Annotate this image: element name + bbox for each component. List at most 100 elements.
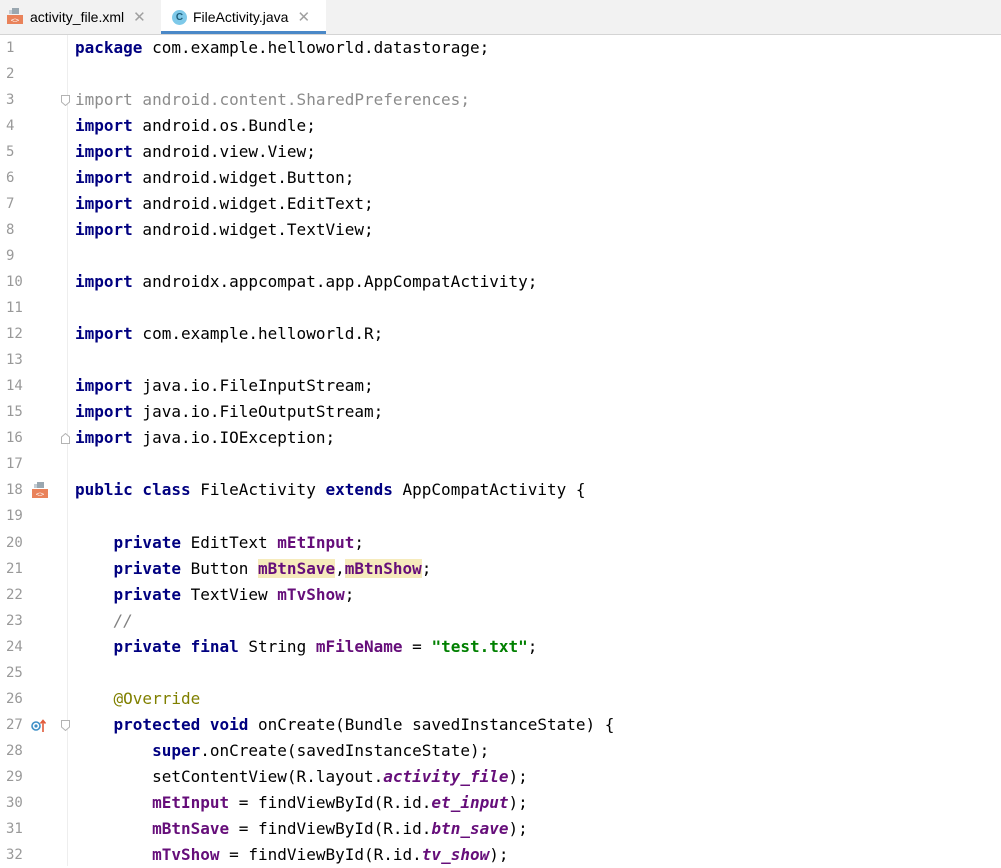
code-token: java.io.IOException; <box>132 428 336 447</box>
code-line: 1 package com.example.helloworld.datasto… <box>0 35 1001 61</box>
code-text[interactable]: private TextView mTvShow; <box>75 582 355 608</box>
annotation[interactable]: @Override <box>75 686 201 712</box>
keyword: private final <box>75 637 239 656</box>
code-text[interactable]: setContentView(R.layout.activity_file); <box>75 764 528 790</box>
code-text[interactable]: import java.io.IOException; <box>75 425 335 451</box>
line-number: 26 <box>6 691 23 707</box>
code-line: 28 super.onCreate(savedInstanceState); <box>0 738 1001 764</box>
line-number: 12 <box>6 326 23 342</box>
keyword: import <box>75 402 133 421</box>
code-line: 32 mTvShow = findViewById(R.id.tv_show); <box>0 842 1001 868</box>
code-text[interactable]: import android.widget.EditText; <box>75 191 374 217</box>
keyword: super <box>75 741 201 760</box>
line-number: 20 <box>6 535 23 551</box>
fold-start-icon[interactable] <box>61 95 70 106</box>
code-text[interactable]: import java.io.FileInputStream; <box>75 373 374 399</box>
close-icon[interactable]: ✕ <box>133 8 146 26</box>
code-line: 9 <box>0 243 1001 269</box>
line-number: 28 <box>6 743 23 759</box>
code-comment[interactable]: // <box>75 608 133 634</box>
code-text[interactable]: private final String mFileName = "test.t… <box>75 634 538 660</box>
code-token: setContentView(R.layout. <box>75 767 384 786</box>
code-text[interactable]: import android.view.View; <box>75 139 316 165</box>
code-token: Button <box>180 559 259 578</box>
code-text[interactable]: import android.widget.Button; <box>75 165 354 191</box>
keyword: private <box>75 559 181 578</box>
keyword: public class <box>75 480 191 499</box>
keyword: import <box>75 142 133 161</box>
code-text[interactable]: mTvShow = findViewById(R.id.tv_show); <box>75 842 508 868</box>
code-token: = findViewById(R.id. <box>219 845 422 864</box>
code-text[interactable]: package com.example.helloworld.datastora… <box>75 35 489 61</box>
code-text[interactable]: import com.example.helloworld.R; <box>75 321 383 347</box>
line-number: 17 <box>6 456 23 472</box>
line-number: 18 <box>6 482 23 498</box>
code-token: ); <box>508 819 528 838</box>
code-text[interactable]: import androidx.appcompat.app.AppCompatA… <box>75 269 537 295</box>
unused-field-highlight: mBtnShow <box>344 559 422 578</box>
code-token: ; <box>421 559 432 578</box>
code-text[interactable]: super.onCreate(savedInstanceState); <box>75 738 489 764</box>
xml-layout-icon[interactable]: <> <box>31 481 49 499</box>
code-token: TextView <box>180 585 278 604</box>
line-number: 1 <box>6 40 15 56</box>
string-literal: "test.txt" <box>431 637 528 656</box>
line-number: 5 <box>6 144 15 160</box>
code-text[interactable]: public class FileActivity extends AppCom… <box>75 477 586 503</box>
code-line: 3 import android.content.SharedPreferenc… <box>0 87 1001 113</box>
keyword: package <box>75 38 143 57</box>
code-text[interactable]: private Button mBtnSave,mBtnShow; <box>75 556 431 582</box>
code-text[interactable]: protected void onCreate(Bundle savedInst… <box>75 712 615 738</box>
fold-start-icon[interactable] <box>61 720 70 731</box>
code-text[interactable]: mEtInput = findViewById(R.id.et_input); <box>75 790 528 816</box>
code-token: ); <box>508 767 528 786</box>
code-line: 20 private EditText mEtInput; <box>0 530 1001 556</box>
line-number: 2 <box>6 66 15 82</box>
override-method-icon[interactable] <box>31 717 47 735</box>
line-number: 30 <box>6 795 23 811</box>
code-line: 13 <box>0 347 1001 373</box>
keyword: import <box>75 428 133 447</box>
xml-layout-icon: <> <box>6 7 24 28</box>
code-token: = <box>402 637 432 656</box>
code-token: android.view.View; <box>132 142 316 161</box>
code-text[interactable]: import android.os.Bundle; <box>75 113 316 139</box>
code-token: com.example.helloworld.datastorage; <box>142 38 490 57</box>
code-editor[interactable]: 1 package com.example.helloworld.datasto… <box>0 35 1001 866</box>
line-number: 3 <box>6 92 15 108</box>
tab-label: FileActivity.java <box>193 9 289 25</box>
field-name: mTvShow <box>152 845 220 864</box>
code-token: EditText <box>180 533 278 552</box>
code-line: 2 <box>0 61 1001 87</box>
code-text[interactable]: import android.widget.TextView; <box>75 217 374 243</box>
code-line: 14 import java.io.FileInputStream; <box>0 373 1001 399</box>
code-line: 4 import android.os.Bundle; <box>0 113 1001 139</box>
editor-tab-bar: <> activity_file.xml ✕ C FileActivity.ja… <box>0 0 1001 35</box>
tab-file-activity-java[interactable]: C FileActivity.java ✕ <box>161 0 326 34</box>
code-text[interactable]: private EditText mEtInput; <box>75 530 364 556</box>
keyword: import <box>75 220 133 239</box>
fold-end-icon[interactable] <box>61 433 70 444</box>
code-token: android.widget.Button; <box>132 168 355 187</box>
close-icon[interactable]: ✕ <box>297 8 310 26</box>
code-text[interactable]: import android.content.SharedPreferences… <box>75 87 470 113</box>
keyword: import <box>75 194 133 213</box>
tab-activity-file-xml[interactable]: <> activity_file.xml ✕ <box>0 0 160 34</box>
code-token: AppCompatActivity { <box>392 480 586 499</box>
code-text[interactable]: mBtnSave = findViewById(R.id.btn_save); <box>75 816 528 842</box>
code-text[interactable]: import java.io.FileOutputStream; <box>75 399 383 425</box>
code-token: java.io.FileInputStream; <box>132 376 374 395</box>
field-name: mTvShow <box>277 585 345 604</box>
line-number: 13 <box>6 352 23 368</box>
line-number: 25 <box>6 665 23 681</box>
line-number: 16 <box>6 430 23 446</box>
line-number: 22 <box>6 587 23 603</box>
code-token: android.widget.EditText; <box>132 194 374 213</box>
code-line: 23 // <box>0 608 1001 634</box>
line-number: 27 <box>6 717 23 733</box>
line-number: 29 <box>6 769 23 785</box>
code-token: = findViewById(R.id. <box>229 819 432 838</box>
code-token: ; <box>344 585 355 604</box>
